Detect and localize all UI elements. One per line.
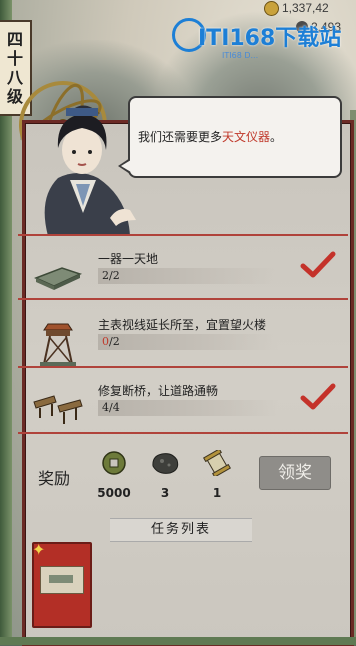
reward-value: 1 (212, 486, 222, 500)
task-progress-current: 0 (102, 335, 109, 348)
bubble-tail-inner (121, 160, 131, 172)
task-progress-current: 2 (102, 269, 109, 282)
task-progress-current: 4 (102, 401, 109, 414)
task-progress: 2/2 (102, 269, 120, 282)
bottom-frame (0, 637, 356, 645)
dialog-text-suffix: 。 (270, 130, 283, 144)
divider (18, 234, 348, 236)
watermark: ITI168下载站 ITI68 D... (172, 12, 352, 70)
dialog-text-prefix: 我们还需要更多 (138, 130, 223, 144)
task-row[interactable]: 修复断桥，让道路通畅 4/4 (28, 382, 346, 438)
claim-reward-button[interactable]: 领奖 (259, 456, 331, 490)
reward-item: 3 (140, 450, 190, 500)
dialog-bubble: 我们还需要更多天文仪器。 (118, 96, 342, 178)
broken-bridge-icon (33, 395, 83, 424)
task-list-header: 任务列表 (110, 518, 252, 542)
sparkle-icon: ✦ (32, 540, 46, 559)
task-progress-total: /4 (109, 401, 120, 414)
task-title: 一器一天地 (98, 252, 159, 266)
task-title: 主表视线延长所至，宜置望火楼 (98, 318, 267, 332)
task-list-card[interactable]: ✦ (32, 540, 92, 628)
reward-value: 3 (160, 486, 170, 500)
reward-item: 1 (192, 448, 242, 500)
watermark-brand: ITI168下载站 (198, 26, 342, 51)
scroll-icon (203, 448, 231, 478)
task-progress-bar (98, 400, 278, 416)
task-progress: 4/4 (102, 401, 120, 414)
reward-label: 奖励 (38, 469, 71, 488)
reward-item: 5000 (89, 450, 139, 500)
level-char: 十 (6, 49, 23, 68)
watermark-sub: ITI68 D... (222, 51, 259, 60)
check-icon (300, 251, 336, 278)
level-char: 四 (6, 30, 23, 49)
wall-structure-icon (34, 267, 83, 290)
task-row[interactable]: 主表视线延长所至，宜置望火楼 0/2 (28, 316, 346, 372)
ore-stone-icon (152, 453, 179, 474)
task-list-card-image (40, 566, 84, 594)
task-row[interactable]: 一器一天地 2/2 (28, 250, 346, 306)
task-title: 修复断桥，让道路通畅 (98, 384, 219, 398)
task-progress-bar (98, 268, 278, 284)
copper-coin-icon (102, 451, 126, 475)
dialog-text: 我们还需要更多天文仪器。 (138, 128, 282, 145)
task-progress-total: /2 (109, 335, 120, 348)
reward-value: 5000 (97, 486, 131, 500)
task-progress-bar (98, 334, 278, 350)
check-icon (300, 383, 336, 410)
watchtower-icon (40, 323, 76, 366)
task-progress: 0/2 (102, 335, 120, 348)
task-progress-total: /2 (109, 269, 120, 282)
dialog-highlight: 天文仪器 (222, 130, 271, 144)
